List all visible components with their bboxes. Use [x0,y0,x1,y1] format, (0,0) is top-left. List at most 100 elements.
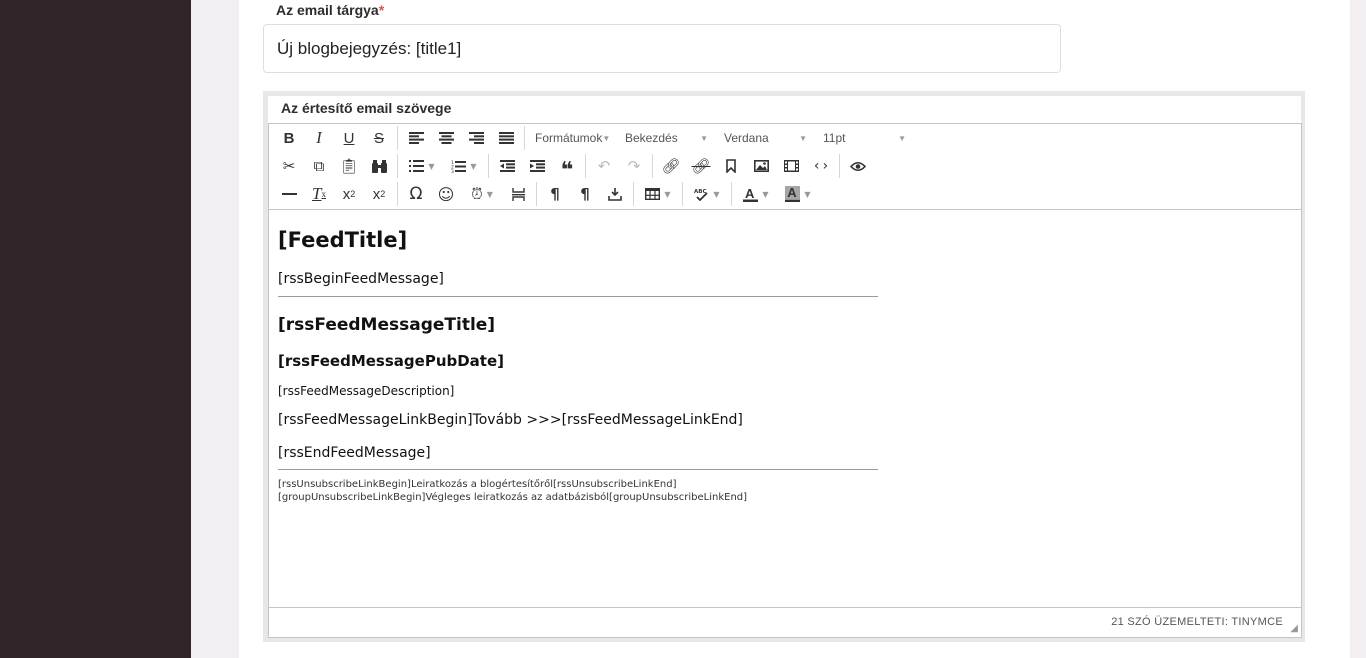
svg-text:3: 3 [451,169,454,173]
text-color-icon[interactable]: A ▼ [735,181,777,207]
copy-icon[interactable]: ⧉ [304,153,334,179]
subscript-icon[interactable]: x2 [334,181,364,207]
font-family-dropdown[interactable]: Verdana ▼ [717,125,811,151]
message-title-heading: [rssFeedMessageTitle] [278,315,496,335]
message-description-paragraph: [rssFeedMessageDescription] [278,384,455,398]
underline-icon[interactable]: U [334,125,364,151]
group-unsubscribe-line: [groupUnsubscribeLinkBegin]Végleges leir… [278,492,748,503]
resize-handle-icon[interactable]: ◢ [1290,623,1298,634]
toolbar-separator [397,154,398,178]
chevron-down-icon: ▼ [664,189,671,199]
code-icon[interactable]: ‹› [806,153,836,179]
bookmark-icon[interactable] [716,153,746,179]
horizontal-rule [278,296,878,297]
svg-text:A: A [788,186,798,200]
toolbar-separator [585,154,586,178]
toolbar-row-3: Tx x2 x2 Ω ☺ ⏰︎ ▼ ¶ ¶ ▼ ABC ▼ A ▼ A ▼ [274,181,819,207]
background-color-icon[interactable]: A ▼ [777,181,819,207]
toolbar-separator [397,126,398,150]
editor-label: Az értesítő email szövege [281,100,452,116]
paste-icon[interactable]: 📋︎ [334,153,364,179]
clear-format-icon[interactable]: Tx [304,181,334,207]
toolbar-separator [397,182,398,206]
link-icon[interactable]: 🔗︎ [656,153,686,179]
table-icon[interactable]: ▼ [637,181,679,207]
bullet-list-icon[interactable]: ▼ [401,153,443,179]
editor-statusbar: 21 SZÓ ÜZEMELTETI: TINYMCE ◢ [269,607,1301,637]
align-left-icon[interactable] [401,125,431,151]
emoticon-icon[interactable]: ☺ [431,181,461,207]
undo-icon[interactable]: ↶ [589,153,619,179]
align-right-icon[interactable] [461,125,491,151]
special-char-icon[interactable]: Ω [401,181,431,207]
superscript-icon[interactable]: x2 [364,181,394,207]
toolbar-separator [682,182,683,206]
blockquote-icon[interactable]: ❝ [552,149,582,183]
page-scrollbar[interactable] [1350,0,1366,658]
chevron-down-icon: ▼ [602,133,611,143]
chevron-down-icon: ▼ [762,189,769,199]
cut-icon[interactable]: ✂ [274,153,304,179]
message-link-paragraph: [rssFeedMessageLinkBegin]Tovább >>>[rssF… [278,412,743,428]
editor-toolbar: B I U S Formátumok ▼ Bekezdés ▼ Verdana ▼ 1… [269,124,1301,210]
editor-content-area[interactable]: [FeedTitle] [rssBeginFeedMessage] [rssFe… [278,219,1278,604]
formats-dropdown-label: Formátumok [535,131,603,145]
toolbar-row-2: ✂ ⧉ 📋︎ ▼ 1 2 3 ▼ ❝ ↶ ↷ 🔗︎ 🔗︎ ‹› [274,153,873,183]
svg-text:A: A [745,187,755,201]
chevron-down-icon: ▼ [700,133,708,143]
toolbar-separator [633,182,634,206]
align-justify-icon[interactable] [491,125,521,151]
word-count-status: 21 SZÓ ÜZEMELTETI: TINYMCE [1111,616,1283,628]
image-icon[interactable] [746,153,776,179]
subject-label-text: Az email tárgya [276,2,379,18]
end-feed-message-paragraph: [rssEndFeedMessage] [278,445,431,461]
subject-label: Az email tárgya* [276,2,384,18]
italic-icon[interactable]: I [304,125,334,151]
sidebar [0,0,191,658]
page-break-icon[interactable] [503,181,533,207]
bold-icon[interactable]: B [274,125,304,151]
feed-title-heading: [FeedTitle] [278,228,408,252]
datetime-icon[interactable]: ⏰︎ ▼ [461,181,503,207]
unlink-icon[interactable]: 🔗︎ [686,153,716,179]
chevron-down-icon: ▼ [470,161,477,171]
toolbar-separator [839,154,840,178]
toolbar-separator [652,154,653,178]
redo-icon[interactable]: ↷ [619,153,649,179]
required-mark: * [378,2,385,18]
template-icon[interactable] [600,181,630,207]
numbered-list-icon[interactable]: 1 2 3 ▼ [443,153,485,179]
block-format-dropdown[interactable]: Bekezdés ▼ [618,125,712,151]
find-icon[interactable] [364,153,394,179]
rtl-icon[interactable]: ¶ [570,181,600,207]
spellcheck-icon[interactable]: ABC ▼ [686,181,728,207]
strikethrough-icon[interactable]: S [364,125,394,151]
formats-dropdown[interactable]: Formátumok ▼ [528,125,618,151]
hr-icon[interactable] [274,181,304,207]
font-size-dropdown-label: 11pt [823,131,846,145]
horizontal-rule [278,469,878,470]
toolbar-row-1: B I U S Formátumok ▼ Bekezdés ▼ Verdana ▼ 1… [274,125,906,151]
subject-input[interactable]: Új blogbejegyzés: [title1] [263,24,1061,73]
preview-icon[interactable] [843,153,873,179]
media-icon[interactable] [776,153,806,179]
block-format-dropdown-label: Bekezdés [625,131,678,145]
font-size-dropdown[interactable]: 11pt ▼ [816,125,906,151]
chevron-down-icon: ▼ [713,189,720,199]
begin-feed-message-paragraph: [rssBeginFeedMessage] [278,271,444,287]
subject-input-value: Új blogbejegyzés: [title1] [277,38,462,58]
message-pubdate-heading: [rssFeedMessagePubDate] [278,352,505,370]
toolbar-separator [524,126,525,150]
chevron-down-icon: ▼ [486,189,493,199]
toolbar-separator [488,154,489,178]
align-center-icon[interactable] [431,125,461,151]
chevron-down-icon: ▼ [428,161,435,171]
chevron-down-icon: ▼ [804,189,811,199]
ltr-icon[interactable]: ¶ [540,181,570,207]
toolbar-separator [536,182,537,206]
indent-icon[interactable] [522,153,552,179]
font-family-dropdown-label: Verdana [724,131,769,145]
chevron-down-icon: ▼ [898,133,906,143]
outdent-icon[interactable] [492,153,522,179]
toolbar-separator [731,182,732,206]
